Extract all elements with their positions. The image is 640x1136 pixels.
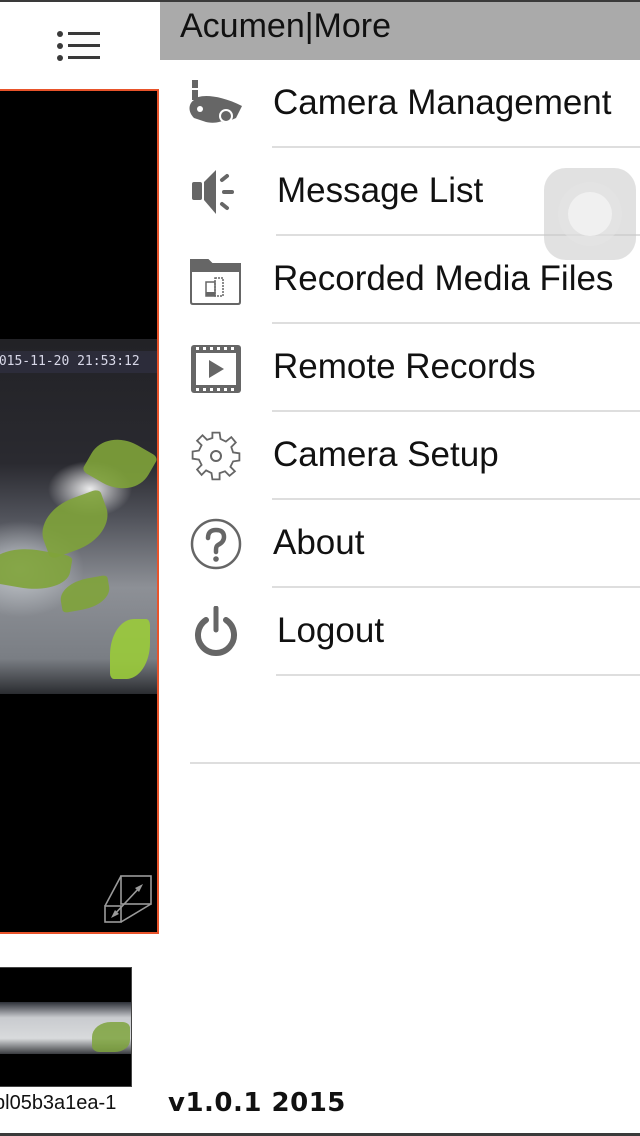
menu-item-remote-records[interactable]: Remote Records — [160, 324, 640, 412]
drawer-title: Acumen|More — [180, 7, 392, 45]
media-folder-icon — [190, 259, 241, 305]
security-camera-icon — [189, 80, 242, 125]
help-circle-icon — [190, 518, 242, 570]
camera-thumbnail[interactable] — [0, 967, 132, 1087]
film-play-icon — [191, 345, 241, 393]
camera-thumbnail-caption: bl05b3a1ea-1 — [0, 1092, 117, 1114]
menu-divider — [276, 674, 640, 676]
menu-item-about[interactable]: About — [160, 500, 640, 588]
hamburger-list-icon[interactable] — [54, 28, 102, 62]
fullscreen-expand-icon[interactable] — [103, 874, 153, 924]
speaker-icon — [192, 170, 234, 214]
menu-label: Camera Management — [273, 83, 612, 122]
video-timestamp: 2015-11-20 21:53:12 — [0, 351, 157, 373]
menu-bottom-divider — [190, 762, 640, 764]
menu-item-logout[interactable]: Logout — [160, 588, 640, 676]
drawer-header: Acumen|More — [160, 2, 640, 60]
power-icon — [195, 606, 237, 656]
main-screen: 2015-11-20 21:53:12 bl05b3a1ea-1 — [0, 0, 160, 1136]
assistive-touch-icon[interactable] — [544, 168, 636, 260]
version-label: v1.0.1 2015 — [168, 1088, 346, 1118]
menu-item-camera-management[interactable]: Camera Management — [160, 60, 640, 148]
menu-label: Remote Records — [273, 347, 536, 386]
menu-label: Logout — [277, 611, 385, 650]
camera-live-image: 2015-11-20 21:53:12 — [0, 339, 157, 694]
menu-label: Camera Setup — [273, 435, 499, 474]
camera-thumbnail-image — [0, 1002, 131, 1054]
menu-label: About — [273, 523, 365, 562]
menu-label: Message List — [277, 171, 484, 210]
gear-icon — [191, 431, 241, 481]
screen-top-border — [0, 0, 640, 2]
live-video-view[interactable]: 2015-11-20 21:53:12 — [0, 89, 159, 934]
menu-item-camera-setup[interactable]: Camera Setup — [160, 412, 640, 500]
menu-label: Recorded Media Files — [273, 259, 614, 298]
